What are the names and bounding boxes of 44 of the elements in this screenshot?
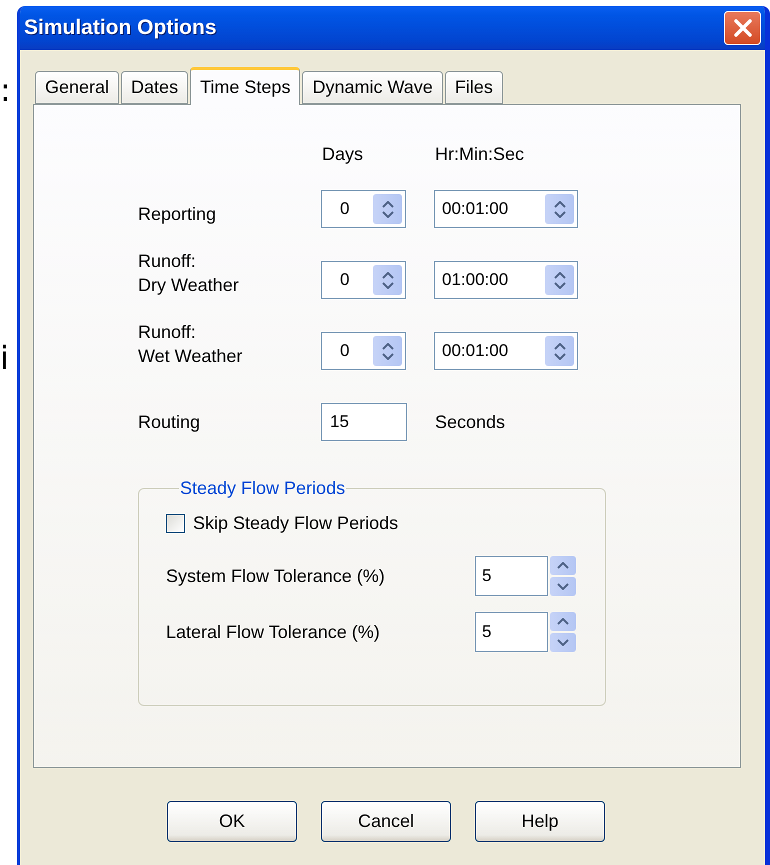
row-label: Routing bbox=[138, 411, 202, 434]
tab[interactable]: Files bbox=[444, 71, 503, 104]
column-header: Hr:Min:Sec bbox=[434, 144, 526, 165]
spin-field[interactable]: 00:01:00 bbox=[434, 332, 578, 370]
tab[interactable]: Dates bbox=[121, 71, 188, 104]
spin-field[interactable]: 01:00:00 bbox=[434, 261, 578, 299]
spin-buttons[interactable] bbox=[373, 265, 402, 295]
spin-down-button[interactable] bbox=[550, 577, 576, 596]
tab[interactable]: General bbox=[35, 71, 120, 104]
checkbox-label[interactable]: Skip Steady Flow Periods bbox=[166, 513, 605, 534]
dialog-button[interactable]: Cancel bbox=[321, 801, 451, 842]
tolerance-field[interactable]: 5 bbox=[475, 556, 548, 596]
window-title: Simulation Options bbox=[24, 16, 216, 40]
spin-up-button[interactable] bbox=[550, 612, 576, 631]
row-label: Reporting bbox=[138, 203, 218, 226]
tolerance-label: System Flow Tolerance (%) bbox=[166, 566, 386, 586]
tolerance-label: Lateral Flow Tolerance (%) bbox=[166, 622, 381, 642]
unit-label: Seconds bbox=[434, 412, 506, 432]
spin-buttons[interactable] bbox=[545, 265, 574, 295]
spin-buttons[interactable] bbox=[545, 194, 574, 224]
background-text: : bbox=[0, 72, 12, 108]
tab[interactable]: Dynamic Wave bbox=[302, 71, 443, 104]
spin-field[interactable]: 0 bbox=[321, 190, 406, 228]
checkbox[interactable] bbox=[166, 514, 185, 533]
spin-field[interactable]: 0 bbox=[321, 332, 406, 370]
tab[interactable]: Time Steps bbox=[190, 67, 300, 105]
spin-buttons[interactable] bbox=[373, 194, 402, 224]
dialog-button[interactable]: Help bbox=[475, 801, 605, 842]
close-icon bbox=[732, 17, 754, 39]
column-header: Days bbox=[321, 144, 364, 165]
routing-field[interactable]: 15 bbox=[321, 403, 407, 441]
row-label: Runoff: Wet Weather bbox=[138, 321, 244, 368]
spin-up-button[interactable] bbox=[550, 556, 576, 575]
dialog-button[interactable]: OK bbox=[167, 801, 297, 842]
tolerance-field[interactable]: 5 bbox=[475, 612, 548, 652]
group-title: Steady Flow Periods bbox=[179, 478, 346, 499]
row-label: Runoff: Dry Weather bbox=[138, 250, 240, 297]
spin-buttons[interactable] bbox=[373, 336, 402, 366]
close-button[interactable] bbox=[724, 11, 761, 45]
spin-buttons[interactable] bbox=[545, 336, 574, 366]
background-text: i bbox=[0, 340, 10, 376]
spin-field[interactable]: 0 bbox=[321, 261, 406, 299]
spin-field[interactable]: 00:01:00 bbox=[434, 190, 578, 228]
spin-down-button[interactable] bbox=[550, 633, 576, 652]
